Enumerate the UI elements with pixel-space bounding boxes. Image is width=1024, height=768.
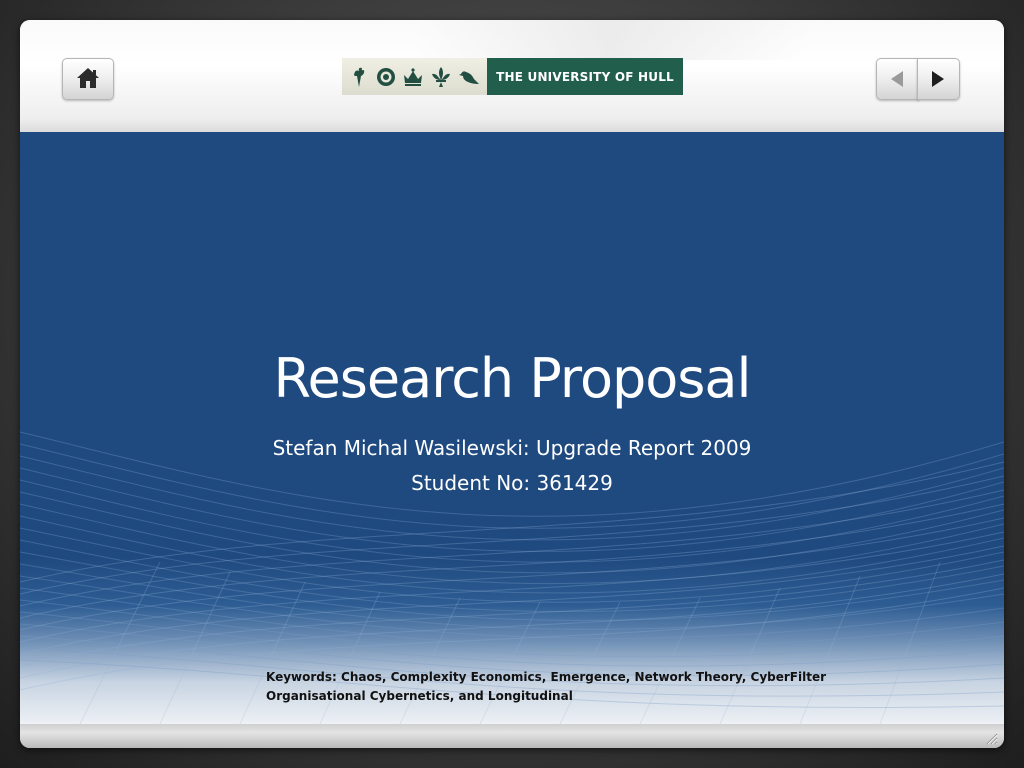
slide-header: THE UNIVERSITY OF HULL xyxy=(20,20,1004,132)
slide-window: THE UNIVERSITY OF HULL Research Proposal… xyxy=(20,20,1004,748)
background-wave-pattern xyxy=(20,431,1004,724)
home-icon xyxy=(77,68,99,88)
keywords-text: Keywords: Chaos, Complexity Economics, E… xyxy=(266,668,866,706)
triangle-left-icon xyxy=(891,71,903,87)
slide-title: Research Proposal xyxy=(273,347,751,410)
keywords-line-1: Keywords: Chaos, Complexity Economics, E… xyxy=(266,670,827,684)
slide-subtitle-student-number: Student No: 361429 xyxy=(411,471,613,495)
slide-footer xyxy=(20,724,1004,748)
university-logo: THE UNIVERSITY OF HULL xyxy=(342,58,683,95)
previous-slide-button[interactable] xyxy=(876,58,919,100)
slide-subtitle-author: Stefan Michal Wasilewski: Upgrade Report… xyxy=(272,436,752,460)
triangle-right-icon xyxy=(932,71,944,87)
keywords-line-2: Organisational Cybernetics, and Longitud… xyxy=(266,689,573,703)
slide-navigation xyxy=(876,58,960,100)
home-button[interactable] xyxy=(62,58,114,100)
rose-icon xyxy=(376,67,395,86)
resize-grip-icon[interactable] xyxy=(984,731,998,745)
next-slide-button[interactable] xyxy=(917,58,960,100)
fleur-de-lis-icon xyxy=(432,66,451,87)
torch-icon xyxy=(353,67,365,87)
bird-icon xyxy=(459,70,480,84)
logo-text: THE UNIVERSITY OF HULL xyxy=(487,58,683,95)
logo-crests xyxy=(342,58,487,95)
slide-content: Research Proposal Stefan Michal Wasilews… xyxy=(20,132,1004,724)
crown-icon xyxy=(404,67,423,86)
